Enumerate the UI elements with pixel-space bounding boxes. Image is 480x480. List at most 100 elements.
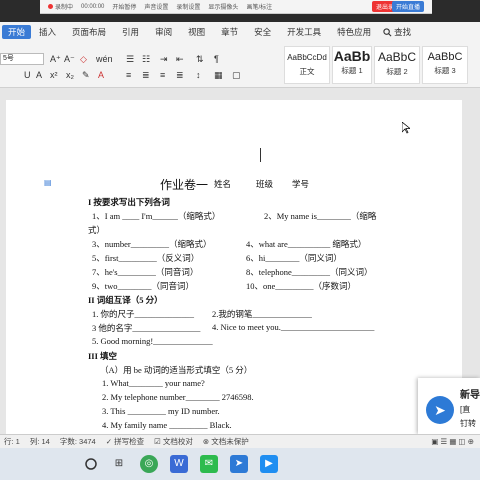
- recorder-settings[interactable]: 录制设置: [176, 2, 200, 11]
- ribbon-tabs: 开始 插入 页面布局 引用 审阅 视图 章节 安全 开发工具 特色应用 查找: [0, 22, 480, 42]
- tab-chapter[interactable]: 章节: [213, 26, 246, 38]
- status-column: 列: 14: [29, 437, 50, 446]
- exercise-line: 3. This _________ my ID number.: [102, 406, 220, 416]
- outdent-icon[interactable]: ⇤: [176, 54, 184, 65]
- record-dot-icon: [48, 4, 53, 9]
- browser-icon[interactable]: ◎: [140, 455, 158, 473]
- indent-icon[interactable]: ⇥: [160, 54, 168, 65]
- subscript-icon[interactable]: x₂: [66, 70, 74, 80]
- exercise-line: 2、My name is________（缩略: [264, 211, 377, 221]
- style-heading-2[interactable]: AaBbC 标题 2: [374, 46, 420, 84]
- app-icon[interactable]: ▶: [260, 455, 278, 473]
- exercise-line: 7、he's_________（同音词）: [92, 267, 199, 277]
- start-live-button[interactable]: 开始直播: [391, 1, 424, 12]
- tab-developer[interactable]: 开发工具: [279, 26, 329, 38]
- align-left-icon[interactable]: ≡: [126, 70, 131, 80]
- highlight-icon[interactable]: ✎: [82, 70, 90, 81]
- exercise-line: 1、I am ____ I'm______（缩略式）: [92, 211, 221, 221]
- section-heading: II 词组互译（5 分）: [88, 295, 163, 305]
- style-normal[interactable]: AaBbCcDd 正文: [284, 46, 330, 84]
- exercise-line: 10、one_________（序数词）: [246, 281, 357, 291]
- tab-view[interactable]: 视图: [180, 26, 213, 38]
- taskbar: ⊞ ◎ W ✉ ➤ ▶: [0, 448, 480, 480]
- show-marks-icon[interactable]: ¶: [214, 54, 219, 64]
- exercise-line: 1. 你的尺子______________: [92, 309, 195, 319]
- exercise-line: 5. Good morning!______________: [92, 336, 213, 346]
- exercise-line: 2.我的钢笔______________: [212, 309, 312, 319]
- exercise-line: （A）用 be 动词的适当形式填空（5 分）: [100, 365, 253, 375]
- name-label: 姓名: [214, 179, 232, 189]
- exercise-line: 式）: [88, 225, 106, 235]
- strikethrough-icon[interactable]: A: [36, 70, 42, 80]
- numbered-list-icon[interactable]: ☷: [142, 54, 150, 65]
- document-page[interactable]: ▤ 作业卷一 姓名 班级 学号 I 按要求写出下列各词 1、I am ____ …: [6, 100, 462, 434]
- search-box[interactable]: 查找: [383, 26, 411, 38]
- superscript-icon[interactable]: x²: [50, 70, 58, 80]
- task-view-icon[interactable]: ⊞: [110, 455, 128, 473]
- tab-start[interactable]: 开始: [2, 25, 32, 39]
- shading-icon[interactable]: ▦: [214, 70, 223, 81]
- font-grow-icon[interactable]: A⁺: [50, 54, 61, 65]
- phonetic-icon[interactable]: wén: [96, 54, 113, 64]
- recorder-time: 00:00:00: [81, 3, 105, 10]
- tab-references[interactable]: 引用: [114, 26, 147, 38]
- wps-icon[interactable]: W: [170, 455, 188, 473]
- font-shrink-icon[interactable]: A⁻: [64, 54, 75, 65]
- tab-features[interactable]: 特色应用: [329, 26, 379, 38]
- recorder-item[interactable]: 录制中: [48, 2, 73, 11]
- status-protect[interactable]: ⊗ 文档未保护: [203, 436, 249, 447]
- exercise-line: 6、hi________（同义词）: [246, 253, 342, 263]
- font-color-icon[interactable]: A: [98, 70, 104, 80]
- search-icon: [383, 27, 392, 36]
- class-label: 班级: [256, 179, 274, 189]
- line-spacing-icon[interactable]: ↕: [196, 70, 201, 80]
- style-heading-1[interactable]: AaBb 标题 1: [332, 46, 372, 84]
- style-heading-3[interactable]: AaBbC 标题 3: [422, 46, 468, 84]
- exercise-line: 4. My family name _________ Black.: [102, 420, 232, 430]
- mouse-pointer-icon: [402, 122, 410, 134]
- exercise-line: 8、telephone_________（同义词）: [246, 267, 373, 277]
- notification-title: 新导: [460, 390, 480, 401]
- notification-line: 钉转: [460, 419, 476, 428]
- tab-review[interactable]: 审阅: [147, 26, 180, 38]
- status-row: 行: 1: [4, 437, 20, 446]
- exercise-line: 3 他的名字________________: [92, 323, 201, 333]
- clear-format-icon[interactable]: ◇: [80, 54, 87, 65]
- exercise-line: 3、number_________（缩略式）: [92, 239, 212, 249]
- status-word-count[interactable]: 字数: 3474: [60, 436, 96, 447]
- recorder-sound[interactable]: 声音设置: [144, 2, 168, 11]
- id-label: 学号: [292, 179, 310, 189]
- tab-security[interactable]: 安全: [246, 26, 279, 38]
- notification-popup[interactable]: ➤ 新导 [直 钉转: [418, 378, 480, 434]
- align-center-icon[interactable]: ≣: [142, 70, 150, 81]
- border-icon[interactable]: ▢: [232, 70, 241, 81]
- status-bar: 行: 1 列: 14 字数: 3474 ✓ 拼写检查 ☑ 文档校对 ⊗ 文档未保…: [0, 434, 480, 448]
- underline-icon[interactable]: U: [24, 70, 31, 80]
- document-title: 作业卷一: [160, 178, 209, 192]
- status-spellcheck[interactable]: ✓ 拼写检查: [106, 436, 144, 447]
- section-heading: III 填空: [88, 351, 118, 361]
- notification-line: [直: [460, 405, 471, 414]
- recorder-camera[interactable]: 显示摄像头: [208, 2, 238, 11]
- exercise-line: 4. Nice to meet you.____________________…: [212, 322, 375, 332]
- sort-icon[interactable]: ⇅: [196, 54, 204, 65]
- bullet-list-icon[interactable]: ☰: [126, 54, 134, 65]
- paragraph-handle-icon[interactable]: ▤: [44, 178, 52, 187]
- status-proofread[interactable]: ☑ 文档校对: [154, 436, 193, 447]
- recorder-toolbar: 录制中 00:00:00 开始暂停 声音设置 录制设置 显示摄像头 画笔/标注 …: [40, 0, 432, 14]
- ribbon: 5号 A⁺ A⁻ ◇ wén U A x² x₂ ✎ A ☰ ☷ ⇥ ⇤ ⇅ ¶…: [0, 42, 480, 88]
- recorder-pause[interactable]: 开始暂停: [112, 2, 136, 11]
- dingtalk-icon: ➤: [426, 396, 454, 424]
- dingtalk-icon[interactable]: ➤: [230, 455, 248, 473]
- align-right-icon[interactable]: ≡: [160, 70, 165, 80]
- search-icon[interactable]: [84, 457, 98, 471]
- tab-layout[interactable]: 页面布局: [64, 26, 114, 38]
- font-size-select[interactable]: 5号: [0, 53, 44, 65]
- recorder-pen[interactable]: 画笔/标注: [246, 2, 272, 11]
- justify-icon[interactable]: ≣: [176, 70, 184, 81]
- view-mode-icons[interactable]: ▣ ☰ ▦ ◫ ⊕: [431, 437, 474, 446]
- wechat-icon[interactable]: ✉: [200, 455, 218, 473]
- tab-insert[interactable]: 插入: [31, 26, 64, 38]
- exercise-line: 9、two________（同音词）: [92, 281, 195, 291]
- exercise-line: 2. My telephone number________ 2746598.: [102, 392, 254, 402]
